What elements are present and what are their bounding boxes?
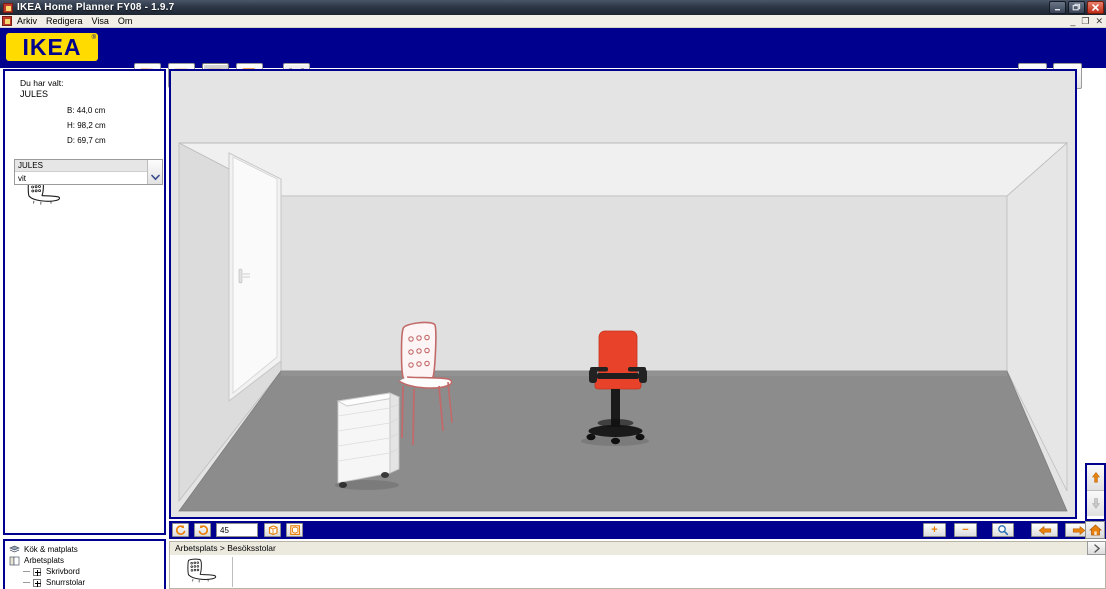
scroll-up-button[interactable] <box>1087 465 1104 490</box>
category-tree-panel: Kök & matplats Arbetsplats Skrivbord Snu… <box>3 539 166 589</box>
arrow-right-icon <box>1093 543 1100 553</box>
expand-icon[interactable] <box>33 567 41 576</box>
product-info-sidebar: Du har valt: JULES B: 44,0 cm H: 98,2 cm… <box>3 69 166 535</box>
tree-item-arbetsplats[interactable]: Arbetsplats <box>5 555 164 566</box>
variant-select-arrow[interactable] <box>147 160 162 184</box>
child-window-controls: _ ❐ ✕ <box>1070 15 1103 28</box>
child-minimize-button[interactable]: _ <box>1070 17 1075 26</box>
expand-icon[interactable] <box>33 578 41 587</box>
rotate-right-button[interactable] <box>194 523 211 537</box>
home-view-button[interactable] <box>1085 521 1105 539</box>
tree-item-snurrstolar[interactable]: Snurrstolar <box>5 577 164 588</box>
tree-connector <box>23 571 30 572</box>
3d-scene[interactable] <box>171 71 1075 517</box>
ikea-logo: IKEA ® <box>6 33 98 61</box>
variant-select-value: vit <box>18 174 26 183</box>
product-dimensions: B: 44,0 cm H: 98,2 cm D: 69,7 cm <box>67 103 106 148</box>
tree-item-label: Arbetsplats <box>24 556 65 565</box>
ikea-wordmark: IKEA <box>22 33 82 60</box>
arrow-up-icon <box>1091 472 1100 483</box>
chevron-down-icon <box>150 174 160 181</box>
dimension-depth: D: 69,7 cm <box>67 136 106 145</box>
catalog-breadcrumb: Arbetsplats > Besöksstolar <box>169 541 1106 555</box>
view-toolbar: 45 + − <box>169 521 1106 539</box>
window-title: IKEA Home Planner FY08 - 1.9.7 <box>17 2 175 13</box>
view-preset-2-button[interactable] <box>286 523 303 537</box>
menu-bar: Arkiv Redigera Visa Om _ ❐ ✕ <box>0 15 1106 28</box>
variant-select[interactable]: JULES vit <box>14 159 163 185</box>
main-toolbar: IKEA ® Home Planner 3D <box>0 28 1106 89</box>
menu-item-om[interactable]: Om <box>118 16 140 26</box>
tree-item-label: Skrivbord <box>46 567 80 576</box>
magnifier-icon <box>998 525 1009 536</box>
scroll-down-button[interactable] <box>1087 491 1104 516</box>
window-controls <box>1049 1 1104 14</box>
tree-item-skrivbord[interactable]: Skrivbord <box>5 566 164 577</box>
registered-mark: ® <box>91 35 96 41</box>
dimension-height: H: 98,2 cm <box>67 121 106 130</box>
zoom-in-button[interactable]: + <box>923 523 946 537</box>
catalog-scroll-right-button[interactable] <box>1087 541 1106 555</box>
rotation-angle-input[interactable]: 45 <box>216 523 258 537</box>
view-preset-1-button[interactable] <box>264 523 281 537</box>
restore-button[interactable] <box>1068 1 1085 14</box>
selected-label: Du har valt: <box>20 78 64 88</box>
tree-item-label: Kök & matplats <box>24 545 78 554</box>
app-icon <box>3 2 13 13</box>
cube-icon <box>268 525 278 536</box>
arrow-down-icon <box>1091 498 1100 509</box>
tree-connector <box>23 582 30 583</box>
arrow-right-icon <box>1072 525 1085 535</box>
close-button[interactable] <box>1087 1 1104 14</box>
zoom-out-button[interactable]: − <box>954 523 977 537</box>
cube-framed-icon <box>289 525 300 536</box>
rotate-left-icon <box>175 525 185 535</box>
window-titlebar: IKEA Home Planner FY08 - 1.9.7 <box>0 0 1106 15</box>
menu-item-arkiv[interactable]: Arkiv <box>17 16 44 26</box>
rotate-right-icon <box>198 525 208 535</box>
catalog-divider <box>232 557 233 587</box>
catalog-item-jules[interactable] <box>178 557 224 589</box>
3d-viewport[interactable] <box>169 69 1077 519</box>
home-icon <box>1088 524 1102 536</box>
minimize-button[interactable] <box>1049 1 1066 14</box>
tree-item-kok-matplats[interactable]: Kök & matplats <box>5 544 164 555</box>
chair-thumbnail-icon <box>187 558 217 583</box>
open-book-icon <box>9 556 20 566</box>
child-close-button[interactable]: ✕ <box>1095 17 1103 26</box>
selected-product-name: JULES <box>20 89 49 99</box>
app-window: IKEA Home Planner FY08 - 1.9.7 Arkiv Red… <box>0 0 1106 589</box>
menu-item-visa[interactable]: Visa <box>92 16 116 26</box>
child-restore-button[interactable]: ❐ <box>1081 17 1089 26</box>
room-render <box>171 71 1075 517</box>
tree-item-label: Snurrstolar <box>46 578 86 587</box>
menu-app-icon <box>2 16 12 26</box>
view-scroll-control[interactable] <box>1085 463 1106 521</box>
zoom-tool-button[interactable] <box>992 523 1014 537</box>
variant-select-group-label: JULES <box>15 160 162 172</box>
rotate-left-button[interactable] <box>172 523 189 537</box>
arrow-left-icon <box>1038 525 1051 535</box>
pan-left-button[interactable] <box>1031 523 1058 537</box>
book-icon <box>9 545 20 555</box>
catalog-panel[interactable] <box>169 555 1106 589</box>
menu-item-redigera[interactable]: Redigera <box>46 16 90 26</box>
dimension-width: B: 44,0 cm <box>67 106 106 115</box>
